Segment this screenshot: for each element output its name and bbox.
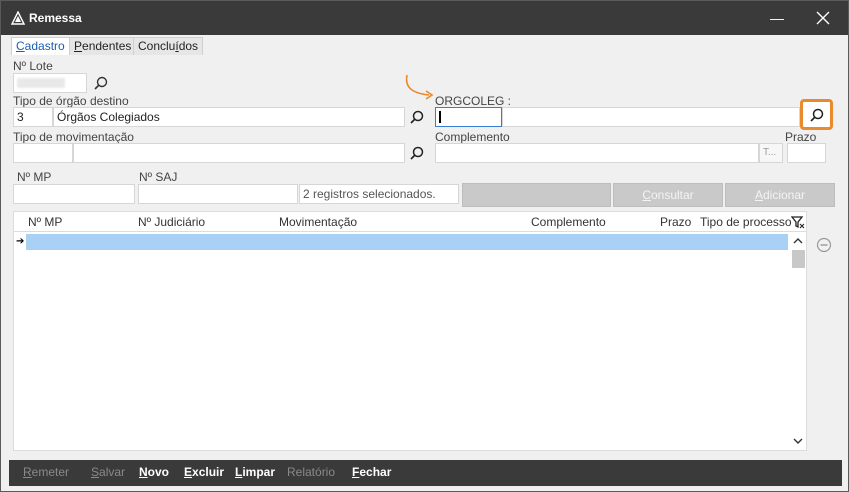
bottom-toolbar: Remeter Salvar Novo Excluir Limpar Relat… — [9, 460, 842, 486]
prazo-field[interactable] — [787, 143, 826, 163]
cadastro-panel: Nº Lote Tipo de órgão destino 3 Órgãos C… — [9, 55, 842, 457]
registros-selecionados-field: 2 registros selecionados. — [299, 184, 459, 204]
processos-grid: Nº MP Nº Judiciário Movimentação Complem… — [13, 211, 807, 451]
mp-field[interactable] — [13, 184, 135, 204]
minimize-icon: — — [770, 10, 784, 26]
search-icon[interactable] — [409, 145, 425, 161]
adicionar-button[interactable]: Adicionar — [725, 183, 835, 207]
filter-icon[interactable] — [791, 215, 805, 229]
complemento-label: Complemento — [435, 130, 510, 144]
tipo-orgao-label: Tipo de órgão destino — [13, 94, 129, 108]
grid-vertical-scrollbar[interactable] — [790, 234, 806, 450]
col-header-tipo-processo[interactable]: Tipo de processo — [700, 215, 792, 229]
lote-field[interactable] — [13, 73, 87, 93]
close-icon — [816, 11, 830, 25]
tipo-orgao-code-field[interactable]: 3 — [13, 107, 53, 127]
tab-cadastro[interactable]: Cadastro — [11, 37, 70, 56]
scroll-down-icon[interactable] — [793, 434, 803, 448]
lote-value-redacted — [17, 78, 65, 88]
scroll-up-icon[interactable] — [793, 234, 803, 248]
search-icon[interactable] — [409, 109, 425, 125]
text-caret — [439, 111, 441, 123]
grid-header: Nº MP Nº Judiciário Movimentação Complem… — [14, 212, 806, 232]
orgcoleg-value-field[interactable] — [502, 107, 800, 127]
lote-label: Nº Lote — [13, 59, 53, 73]
col-header-movimentacao[interactable]: Movimentação — [279, 215, 357, 229]
col-header-complemento[interactable]: Complemento — [531, 215, 606, 229]
orgcoleg-label: ORGCOLEG : — [435, 94, 512, 108]
tipo-mov-code-field[interactable] — [13, 143, 73, 163]
salvar-button[interactable]: Salvar — [91, 465, 125, 479]
col-header-prazo[interactable]: Prazo — [660, 215, 691, 229]
window-title: Remessa — [29, 11, 82, 25]
tipo-orgao-value-field[interactable]: Órgãos Colegiados — [53, 107, 405, 127]
arrow-annotation-icon — [405, 74, 434, 100]
prazo-label: Prazo — [785, 130, 817, 144]
search-icon — [810, 108, 824, 122]
consultar-processos-button[interactable]: Consultar Processos — [613, 183, 723, 224]
close-button[interactable] — [803, 5, 843, 31]
relatorio-button[interactable]: Relatório — [287, 465, 335, 479]
table-row[interactable]: ➔ — [14, 234, 789, 250]
col-header-judiciario[interactable]: Nº Judiciário — [138, 215, 205, 229]
saj-label: Nº SAJ — [139, 170, 178, 184]
tab-concluidos[interactable]: Concluídos — [133, 37, 204, 55]
row-indicator-icon: ➔ — [16, 236, 25, 247]
title-bar: Remessa — — [1, 1, 848, 35]
limpar-button[interactable]: Limpar — [235, 465, 275, 479]
complemento-field[interactable] — [435, 143, 759, 163]
excluir-button[interactable]: Excluir — [184, 465, 224, 479]
mp-label: Nº MP — [17, 170, 52, 184]
selected-row-cells[interactable] — [26, 234, 788, 250]
minimize-button[interactable]: — — [757, 5, 797, 31]
saj-field[interactable] — [138, 184, 298, 204]
remeter-button[interactable]: Remeter — [23, 465, 69, 479]
tab-pendentes[interactable]: Pendentes — [69, 37, 137, 55]
tipo-mov-label: Tipo de movimentação — [13, 130, 134, 144]
orgcoleg-search-button[interactable] — [800, 99, 833, 130]
blank-disabled-button[interactable] — [462, 183, 611, 207]
remove-icon[interactable] — [816, 237, 832, 253]
fechar-button[interactable]: Fechar — [352, 465, 391, 479]
novo-button[interactable]: Novo — [139, 465, 169, 479]
scrollbar-thumb[interactable] — [792, 250, 805, 268]
app-logo-icon — [11, 11, 25, 25]
complemento-hint-field: T... — [759, 143, 783, 163]
tipo-mov-value-field[interactable] — [73, 143, 405, 163]
remessa-window: Remessa — Cadastro Pendentes Concluídos … — [0, 0, 849, 492]
col-header-mp[interactable]: Nº MP — [28, 215, 62, 229]
search-icon[interactable] — [93, 75, 109, 91]
orgcoleg-code-field[interactable] — [435, 107, 502, 127]
